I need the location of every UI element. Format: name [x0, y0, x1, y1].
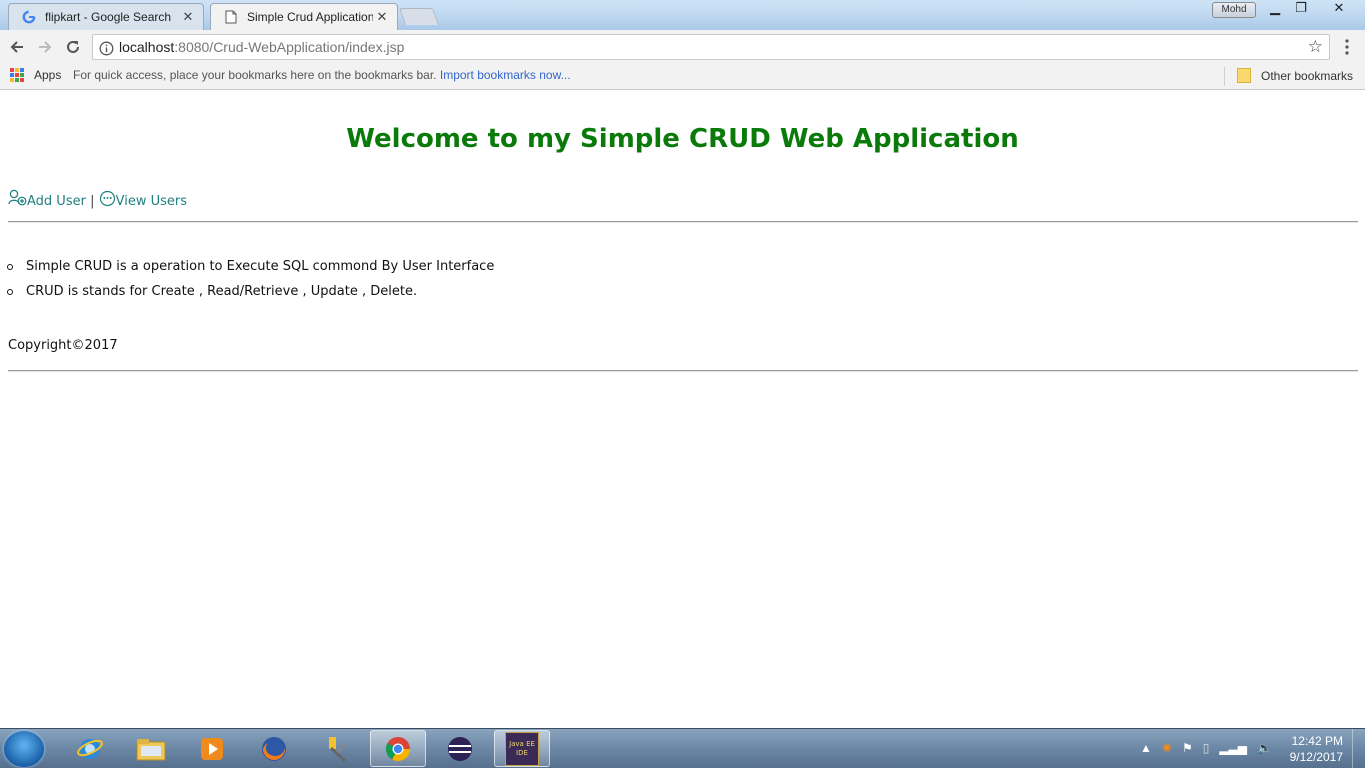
forward-icon[interactable]	[34, 36, 56, 58]
google-icon	[21, 9, 37, 25]
add-user-icon	[8, 189, 27, 211]
bookmarks-separator	[1224, 67, 1225, 86]
nav-separator: |	[90, 194, 95, 209]
tool-icon[interactable]	[308, 730, 364, 767]
eclipse-icon[interactable]	[432, 730, 488, 767]
tab-google-search[interactable]: flipkart - Google Search ✕	[8, 3, 204, 30]
bookmarks-bar: Apps For quick access, place your bookma…	[0, 64, 1365, 90]
url-host: localhost	[119, 39, 175, 55]
show-hidden-icons-icon[interactable]: ▲	[1140, 741, 1152, 755]
tab-close-icon[interactable]: ✕	[179, 9, 197, 25]
view-users-label: View Users	[115, 194, 187, 209]
tray-icons: ▲ ✺ ⚑ ▯ ▂▃▅ 🔈	[1140, 741, 1272, 755]
media-player-icon[interactable]	[184, 730, 240, 767]
import-bookmarks-link[interactable]: Import bookmarks now...	[440, 68, 571, 82]
volume-icon[interactable]: 🔈	[1257, 741, 1272, 755]
system-tray: ▲ ✺ ⚑ ▯ ▂▃▅ 🔈 12:42 PM 9/12/2017	[1136, 729, 1365, 768]
clock-time: 12:42 PM	[1291, 734, 1343, 748]
apps-grid-icon	[10, 68, 24, 82]
page-nav: Add User | View Users	[8, 189, 187, 211]
folder-icon	[1237, 68, 1251, 83]
add-user-label: Add User	[27, 194, 86, 209]
apps-button[interactable]: Apps	[10, 68, 61, 82]
ide-label: IDE	[516, 748, 528, 757]
apps-label: Apps	[34, 68, 62, 82]
tab-title: Simple Crud Application	[247, 10, 373, 24]
copyright-text: Copyright©2017	[8, 338, 118, 353]
url-path: :8080/Crud-WebApplication/index.jsp	[174, 39, 405, 55]
page-icon	[223, 9, 239, 25]
close-icon[interactable]: ✕	[1318, 0, 1360, 18]
browser-toolbar: localhost:8080/Crud-WebApplication/index…	[0, 30, 1365, 64]
internet-explorer-icon[interactable]	[62, 730, 118, 767]
bookmarks-hint-text: For quick access, place your bookmarks h…	[73, 68, 437, 82]
reload-icon[interactable]	[62, 36, 84, 58]
tab-close-icon[interactable]: ✕	[373, 9, 391, 25]
address-bar[interactable]: localhost:8080/Crud-WebApplication/index…	[92, 34, 1330, 60]
bookmark-star-icon[interactable]: ☆	[1308, 35, 1323, 59]
chrome-icon[interactable]	[370, 730, 426, 767]
file-explorer-icon[interactable]	[123, 730, 179, 767]
java-ee-ide-badge: Java EE IDE	[505, 731, 539, 766]
back-icon[interactable]	[6, 36, 28, 58]
avast-icon[interactable]: ✺	[1162, 741, 1172, 755]
other-bookmarks-label: Other bookmarks	[1261, 68, 1354, 83]
minimize-icon[interactable]: ▁	[1262, 0, 1288, 18]
start-button[interactable]	[4, 731, 44, 767]
java-ee-label: Java EE	[509, 739, 535, 748]
tab-simple-crud[interactable]: Simple Crud Application ✕	[210, 3, 398, 30]
list-item: Simple CRUD is a operation to Execute SQ…	[6, 254, 494, 279]
profile-badge[interactable]: Mohd	[1212, 2, 1256, 18]
show-desktop-button[interactable]	[1352, 729, 1365, 768]
url-text: localhost:8080/Crud-WebApplication/index…	[119, 35, 404, 59]
web-page: Welcome to my Simple CRUD Web Applicatio…	[0, 90, 1365, 728]
other-bookmarks-button[interactable]: Other bookmarks	[1237, 68, 1353, 83]
tab-title: flipkart - Google Search	[45, 10, 172, 24]
system-clock[interactable]: 12:42 PM 9/12/2017	[1290, 733, 1343, 765]
java-ee-ide-icon[interactable]: Java EE IDE	[494, 730, 550, 767]
new-tab-button[interactable]	[398, 8, 440, 25]
view-users-icon	[99, 190, 116, 211]
taskbar: Java EE IDE ▲ ✺ ⚑ ▯ ▂▃▅ 🔈 12:42 PM 9/12/…	[0, 728, 1365, 768]
power-icon[interactable]: ▯	[1203, 741, 1210, 755]
browser-menu-icon[interactable]	[1340, 36, 1354, 58]
divider	[8, 370, 1358, 372]
list-item: CRUD is stands for Create , Read/Retriev…	[6, 279, 494, 304]
view-users-link[interactable]: View Users	[99, 190, 187, 209]
browser-title-bar: flipkart - Google Search ✕ Simple Crud A…	[0, 0, 1365, 30]
network-icon[interactable]: ▂▃▅	[1219, 741, 1247, 755]
action-center-icon[interactable]: ⚑	[1182, 741, 1193, 755]
bookmarks-hint: For quick access, place your bookmarks h…	[73, 68, 571, 82]
page-title: Welcome to my Simple CRUD Web Applicatio…	[346, 124, 1019, 154]
restore-icon[interactable]: ❐	[1288, 0, 1314, 18]
add-user-link[interactable]: Add User	[8, 189, 90, 209]
firefox-icon[interactable]	[246, 730, 302, 767]
info-list: Simple CRUD is a operation to Execute SQ…	[6, 254, 494, 304]
clock-date: 9/12/2017	[1289, 750, 1343, 764]
info-icon[interactable]	[99, 39, 114, 63]
divider	[8, 221, 1358, 223]
